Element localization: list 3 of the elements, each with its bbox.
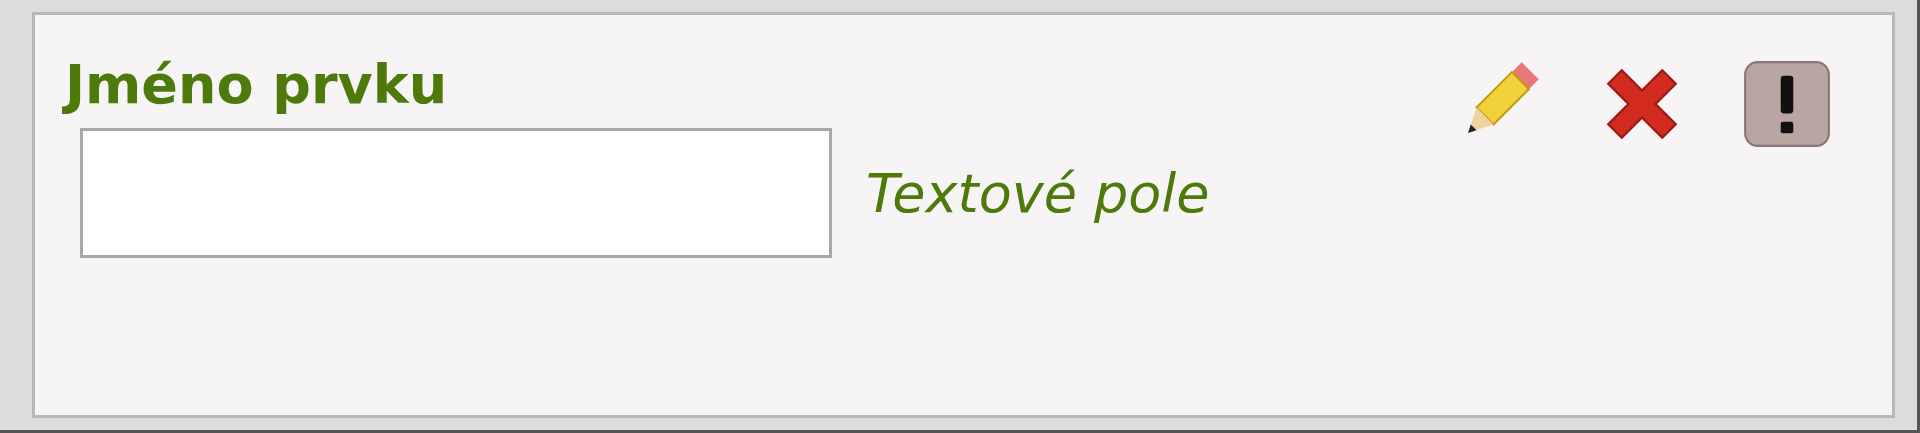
- field-type-label: Textové pole: [866, 161, 1210, 225]
- input-field[interactable]: [80, 128, 832, 259]
- warning-icon[interactable]: [1742, 59, 1832, 149]
